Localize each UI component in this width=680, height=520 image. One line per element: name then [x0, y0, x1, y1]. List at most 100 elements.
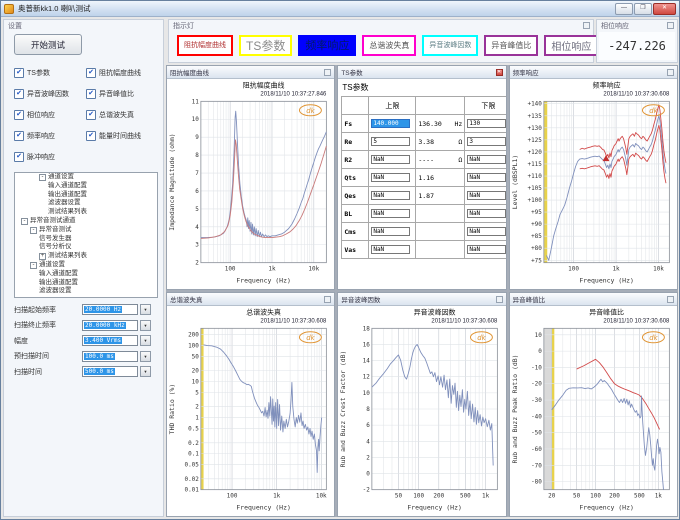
indicator-light[interactable]: TS参数	[239, 35, 292, 56]
tree-item[interactable]: 测试结果列表	[15, 208, 157, 217]
tree-item[interactable]: 信号发生器	[15, 235, 157, 244]
svg-text:-2: -2	[363, 487, 371, 494]
tree-item[interactable]: 输出通道配置	[15, 191, 157, 200]
tree-item[interactable]: -异常音测试通道	[15, 217, 157, 226]
checkbox[interactable]: ✔	[14, 89, 24, 99]
ts-lower-limit-input[interactable]: NaN	[467, 209, 505, 218]
indicator-light[interactable]: 异音峰值比	[484, 35, 538, 56]
close-icon[interactable]: ✕	[653, 3, 676, 15]
checkbox[interactable]: ✔	[14, 152, 24, 162]
ts-lower-limit-input[interactable]: 130	[467, 119, 505, 128]
titlebar[interactable]: 奥普新kk1.0 喇叭测试 — ❐ ✕	[1, 1, 679, 17]
tree-expand-icon[interactable]: +	[39, 253, 46, 260]
dropdown-arrow-icon[interactable]: ▼	[140, 335, 151, 346]
tree-item[interactable]: 滤波器设置	[15, 199, 157, 208]
panel-header[interactable]: TS参数✕	[338, 66, 505, 79]
start-test-button[interactable]: 开始测试	[14, 34, 82, 55]
tree-item[interactable]: 滤波器设置	[15, 287, 157, 296]
ts-lower-limit-input[interactable]: NaN	[467, 173, 505, 182]
restore-icon[interactable]	[496, 296, 503, 303]
tree-item[interactable]: -通道设置	[15, 173, 157, 182]
ts-upper-limit-input[interactable]: NaN	[371, 191, 410, 200]
dropdown-arrow-icon[interactable]: ▼	[140, 351, 151, 362]
minimize-button[interactable]: —	[615, 3, 633, 15]
ts-upper-limit-input[interactable]: NaN	[371, 245, 410, 254]
tree-item[interactable]: 输入通道配置	[15, 270, 157, 279]
ts-measured-value: 136.30Hz	[418, 120, 462, 128]
tree-item[interactable]: 输入通道配置	[15, 182, 157, 191]
ts-upper-limit-input[interactable]: NaN	[371, 173, 410, 182]
close-icon[interactable]: ✕	[496, 69, 503, 76]
tree-item[interactable]: -异常音测试	[15, 226, 157, 235]
ts-upper-limit-input[interactable]: 140.000	[371, 119, 410, 128]
maximize-button[interactable]: ❐	[634, 3, 652, 15]
restore-icon[interactable]	[324, 296, 331, 303]
indicator-light[interactable]: 总谐波失真	[362, 35, 416, 56]
svg-text:dk: dk	[306, 334, 315, 342]
panel-header[interactable]: 阻抗幅度曲线	[167, 66, 334, 79]
checkbox-item[interactable]: ✔总谐波失真	[86, 110, 158, 120]
indicator-light[interactable]: 异音波峰因数	[422, 35, 478, 56]
tree-item[interactable]: 信号分析仪	[15, 243, 157, 252]
dropdown-arrow-icon[interactable]: ▼	[140, 304, 151, 315]
tree-collapse-icon[interactable]: -	[30, 262, 37, 269]
tree-collapse-icon[interactable]: -	[39, 174, 46, 181]
indicator-light[interactable]: 相位响应	[544, 35, 598, 56]
indicator-light[interactable]: 阻抗幅度曲线	[177, 35, 233, 56]
ts-lower-limit-input[interactable]: NaN	[467, 227, 505, 236]
checkbox[interactable]: ✔	[86, 89, 96, 99]
checkbox-item[interactable]: ✔TS参数	[14, 68, 86, 78]
checkbox[interactable]: ✔	[86, 110, 96, 120]
restore-icon[interactable]	[667, 296, 674, 303]
ts-row: CmsNaNNaN	[342, 223, 506, 241]
restore-icon[interactable]	[667, 69, 674, 76]
ts-lower-limit-input[interactable]: NaN	[467, 155, 505, 164]
restore-icon[interactable]	[667, 22, 674, 29]
checkbox[interactable]: ✔	[14, 131, 24, 141]
checkbox-item[interactable]: ✔频率响应	[14, 131, 86, 141]
param-input[interactable]: 100.0 ms	[82, 351, 138, 362]
param-input[interactable]: 20.0000 Hz	[82, 304, 138, 315]
ts-lower-limit-input[interactable]: NaN	[467, 245, 505, 254]
channel-tree[interactable]: -通道设置输入通道配置输出通道配置滤波器设置测试结果列表-异常音测试通道-异常音…	[14, 172, 158, 298]
ts-upper-limit-input[interactable]: 5	[371, 137, 410, 146]
param-input[interactable]: 20.0000 kHz	[82, 320, 138, 331]
restore-icon[interactable]	[583, 22, 590, 29]
checkbox-item[interactable]: ✔脉冲响应	[14, 152, 86, 162]
dropdown-arrow-icon[interactable]: ▼	[140, 320, 151, 331]
checkbox[interactable]: ✔	[86, 68, 96, 78]
ts-param-name: BL	[344, 210, 352, 218]
ts-upper-limit-input[interactable]: NaN	[371, 209, 410, 218]
restore-icon[interactable]	[324, 69, 331, 76]
checkbox[interactable]: ✔	[14, 110, 24, 120]
checkbox[interactable]: ✔	[14, 68, 24, 78]
dropdown-arrow-icon[interactable]: ▼	[140, 366, 151, 377]
tree-collapse-icon[interactable]: -	[30, 227, 37, 234]
checkbox-item[interactable]: ✔相位响应	[14, 110, 86, 120]
tree-item[interactable]: +测试结果列表	[15, 252, 157, 261]
svg-text:-20: -20	[531, 381, 542, 388]
checkbox-item[interactable]: ✔能量时间曲线	[86, 131, 158, 141]
panel-header[interactable]: 异音波峰因数	[338, 293, 505, 306]
tree-item[interactable]: -通道设置	[15, 261, 157, 270]
tree-item-label: 输入通道配置	[39, 270, 78, 279]
indicator-light[interactable]: 频率响应	[298, 35, 356, 56]
tree-item[interactable]: 输出通道配置	[15, 279, 157, 288]
param-input[interactable]: 500.0 ms	[82, 366, 138, 377]
checkbox-item[interactable]: ✔异音峰值比	[86, 89, 158, 99]
ts-upper-limit-input[interactable]: NaN	[371, 227, 410, 236]
panel-header[interactable]: 总谐波失真	[167, 293, 334, 306]
checkbox-item[interactable]: ✔阻抗幅度曲线	[86, 68, 158, 78]
checkbox[interactable]: ✔	[86, 131, 96, 141]
panel-header[interactable]: 异音峰值比	[510, 293, 677, 306]
tree-collapse-icon[interactable]: -	[21, 218, 28, 225]
tree-item-label: 通道设置	[39, 261, 65, 270]
checkbox-item[interactable]: ✔异音波峰因数	[14, 89, 86, 99]
ts-lower-limit-input[interactable]: 3	[467, 137, 505, 146]
svg-text:1k: 1k	[273, 493, 281, 500]
ts-lower-limit-input[interactable]: NaN	[467, 191, 505, 200]
ts-upper-limit-input[interactable]: NaN	[371, 155, 410, 164]
param-input[interactable]: 3.400 Vrms	[82, 335, 138, 346]
panel-header[interactable]: 频率响应	[510, 66, 677, 79]
phase-caption: 相位响应	[597, 20, 677, 32]
